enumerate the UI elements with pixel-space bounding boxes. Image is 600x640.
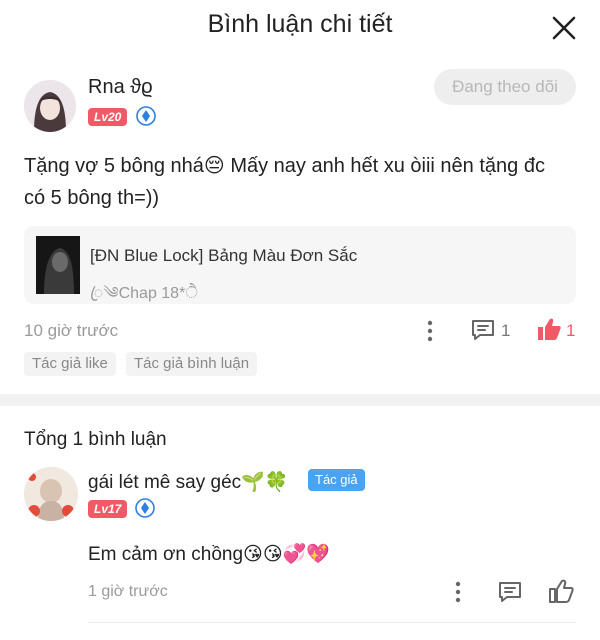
chapter-title: [ĐN Blue Lock] Bảng Màu Đơn Sắc [90, 246, 358, 265]
verified-shield-icon [136, 106, 156, 126]
header-bar: Bình luận chi tiết [0, 0, 600, 56]
chapter-thumbnail [36, 236, 80, 294]
chapter-card[interactable]: [ĐN Blue Lock] Bảng Màu Đơn Sắc ꦿ༄Chap 1… [24, 226, 576, 304]
post-text: Tặng vợ 5 bông nhá😔 Mấy nay anh hết xu ò… [24, 155, 545, 209]
commenter-level-badge: Lv17 [88, 500, 128, 518]
like-count: 1 [566, 321, 576, 340]
thumbs-up-icon[interactable] [536, 316, 562, 342]
reply-icon[interactable] [497, 580, 523, 604]
avatar[interactable] [24, 80, 76, 132]
chapter-subtitle: ꦿ༄Chap 18*ੈ [90, 285, 199, 302]
post-time: 10 giờ trước [24, 321, 119, 340]
comment-total: Tổng 1 bình luận [24, 429, 167, 450]
close-icon[interactable] [550, 14, 578, 42]
comment-count: 1 [501, 321, 511, 340]
more-options-icon[interactable] [450, 581, 466, 603]
section-divider [0, 394, 600, 406]
level-badge: Lv20 [88, 108, 128, 126]
commenter-avatar[interactable] [24, 467, 78, 521]
thumbs-up-icon[interactable] [548, 578, 574, 604]
commenter-name[interactable]: gái lét mê say géc🌱🍀 [88, 470, 288, 494]
comment-text: Em cảm ơn chồng😘😘💞💖 [88, 544, 330, 565]
follow-button[interactable]: Đang theo dõi [434, 69, 576, 105]
author-badge: Tác giả [308, 469, 365, 491]
comment-icon[interactable] [470, 318, 496, 342]
comment-divider [88, 622, 576, 623]
tag-author-comment: Tác giả bình luận [126, 352, 258, 376]
tag-author-like: Tác giả like [24, 352, 116, 376]
verified-shield-icon [135, 498, 155, 518]
more-options-icon[interactable] [422, 320, 438, 342]
page-title: Bình luận chi tiết [207, 10, 393, 38]
username[interactable]: Rna ϑϱ [88, 76, 153, 99]
comment-time: 1 giờ trước [88, 583, 168, 600]
